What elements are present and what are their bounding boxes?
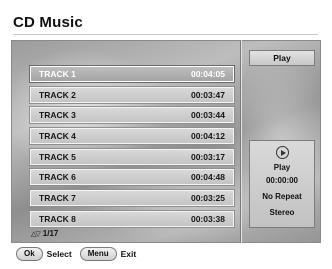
page-count: 1/17	[42, 229, 59, 238]
track-duration: 00:04:05	[190, 69, 225, 79]
track-name: TRACK 2	[39, 90, 76, 100]
track-row-6[interactable]: TRACK 6 00:04:48	[29, 168, 235, 186]
track-row-5[interactable]: TRACK 5 00:03:17	[29, 148, 235, 166]
panel-divider	[240, 40, 242, 243]
track-name: TRACK 6	[39, 172, 76, 182]
track-duration: 00:03:25	[190, 193, 225, 203]
scroll-arrows-icon: △▽	[31, 230, 41, 238]
track-duration: 00:03:47	[190, 90, 225, 100]
ok-key-button[interactable]: Ok	[16, 247, 43, 261]
track-row-3[interactable]: TRACK 3 00:03:44	[29, 106, 235, 124]
footer-hints: Ok Select Menu Exit	[16, 247, 144, 261]
play-circle-icon	[275, 146, 289, 159]
track-row-7[interactable]: TRACK 7 00:03:25	[29, 189, 235, 207]
track-row-2[interactable]: TRACK 2 00:03:47	[29, 86, 235, 104]
track-name: TRACK 3	[39, 110, 76, 120]
menu-hint-label: Exit	[120, 249, 137, 259]
playback-status-panel: Play 00:00:00 No Repeat Stereo	[249, 140, 315, 228]
playback-state: Play	[273, 163, 291, 172]
page-indicator: △▽ 1/17	[31, 229, 58, 238]
audio-mode: Stereo	[269, 208, 295, 217]
track-duration: 00:03:17	[190, 152, 225, 162]
track-duration: 00:03:44	[190, 110, 225, 120]
title-divider	[13, 34, 318, 35]
track-duration: 00:04:12	[190, 131, 225, 141]
track-name: TRACK 8	[39, 214, 76, 224]
track-duration: 00:04:48	[190, 172, 225, 182]
track-row-4[interactable]: TRACK 4 00:04:12	[29, 127, 235, 145]
menu-key-button[interactable]: Menu	[79, 247, 117, 261]
repeat-mode: No Repeat	[262, 192, 302, 201]
elapsed-time: 00:00:00	[265, 176, 299, 185]
track-name: TRACK 7	[39, 193, 76, 203]
track-row-8[interactable]: TRACK 8 00:03:38	[29, 210, 235, 228]
track-name: TRACK 4	[39, 131, 76, 141]
track-name: TRACK 5	[39, 152, 76, 162]
track-name: TRACK 1	[39, 69, 76, 79]
track-duration: 00:03:38	[190, 214, 225, 224]
track-row-1[interactable]: TRACK 1 00:04:05	[29, 65, 235, 83]
page-title: CD Music	[13, 14, 83, 31]
play-button[interactable]: Play	[249, 50, 315, 66]
ok-hint-label: Select	[46, 249, 72, 259]
